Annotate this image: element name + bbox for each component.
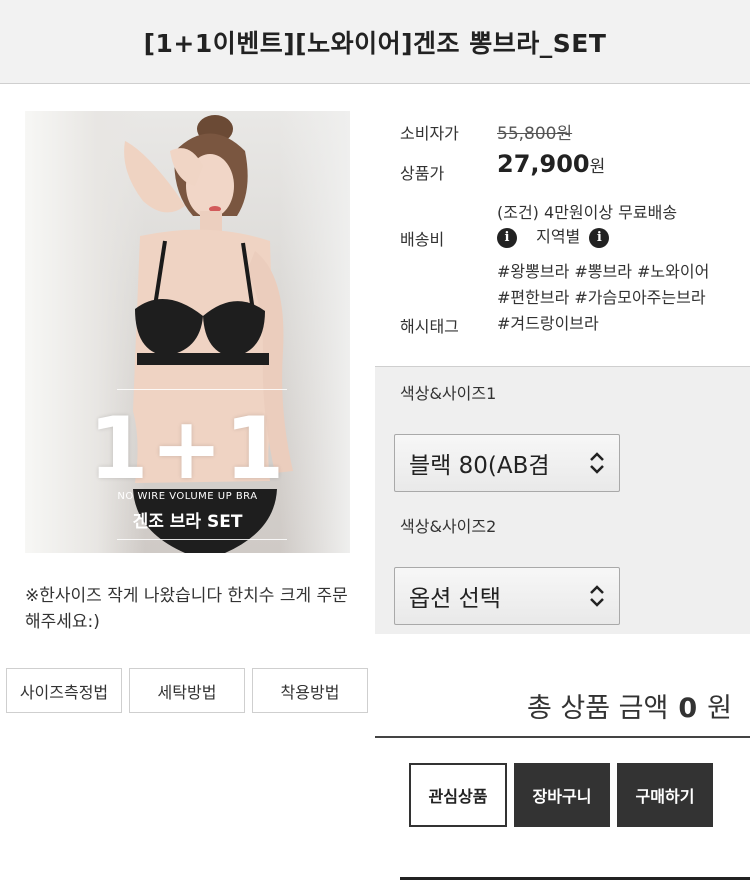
chevron-up-down-icon (590, 452, 604, 474)
tab-size-guide[interactable]: 사이즈측정법 (6, 668, 122, 713)
consumer-price-value: 55,800원 (497, 124, 573, 144)
shipping-region-group: i 지역별 i (497, 223, 610, 248)
hashtag-label: 해시태그 (400, 317, 459, 336)
info-icon[interactable]: i (497, 227, 517, 248)
tab-washing-guide[interactable]: 세탁방법 (129, 668, 245, 713)
promo-set-name: 겐조 브라 SET (132, 512, 243, 532)
consumer-price-label: 소비자가 (400, 124, 459, 143)
bottom-divider (400, 877, 750, 880)
option2-value: 옵션 선택 (409, 586, 501, 612)
tab-wearing-guide[interactable]: 착용방법 (252, 668, 368, 713)
total-amount: 0 (678, 693, 698, 724)
option1-select[interactable]: 블랙 80(AB겸 (394, 434, 620, 492)
price-group: 27,900원 (497, 150, 605, 178)
page-title: [1+1이벤트][노와이어]겐조 뽕브라_SET (143, 28, 607, 58)
chevron-up-down-icon (590, 585, 604, 607)
buy-button[interactable]: 구매하기 (617, 763, 713, 827)
option1-value: 블랙 80(AB겸 (409, 453, 550, 479)
shipping-label: 배송비 (400, 230, 445, 249)
size-note: ※한사이즈 작게 나왔습니다 한치수 크게 주문해주세요:) (25, 586, 348, 632)
info-icon[interactable]: i (589, 227, 610, 248)
option2-select[interactable]: 옵션 선택 (394, 567, 620, 625)
hashtags: #왕뽕브라 #뽕브라 #노와이어 #편한브라 #가슴모아주는브라 #겨드랑이브라 (497, 262, 710, 333)
wishlist-button[interactable]: 관심상품 (409, 763, 507, 827)
total-label: 총 상품 금액 (526, 693, 669, 724)
page-header: [1+1이벤트][노와이어]겐조 뽕브라_SET (0, 0, 750, 84)
option1-label: 색상&사이즈1 (400, 384, 497, 403)
shipping-condition: (조건) 4만원이상 무료배송 (497, 203, 678, 222)
total-unit: 원 (707, 693, 732, 724)
price-unit: 원 (589, 157, 606, 177)
price-value: 27,900 (497, 150, 590, 178)
promo-subtitle: NO WIRE VOLUME UP BRA (117, 491, 258, 502)
image-divider-top (117, 389, 287, 390)
image-divider-bottom (117, 539, 287, 540)
promo-text: 1+1 (88, 399, 287, 499)
option2-label: 색상&사이즈2 (400, 517, 497, 536)
cart-button[interactable]: 장바구니 (514, 763, 610, 827)
product-image[interactable]: 1+1 NO WIRE VOLUME UP BRA 겐조 브라 SET (25, 111, 350, 553)
shipping-region: 지역별 (536, 227, 581, 246)
total-divider (375, 736, 750, 738)
total-price: 총 상품 금액 0 원 (375, 686, 732, 725)
price-label: 상품가 (400, 164, 445, 183)
